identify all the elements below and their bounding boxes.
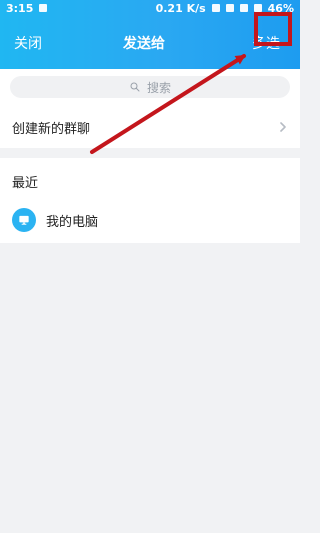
highlight-box bbox=[254, 12, 292, 46]
battery-icon bbox=[253, 4, 262, 12]
network-speed: 0.21 K/s bbox=[155, 1, 206, 15]
computer-avatar bbox=[12, 208, 36, 232]
alarm-icon bbox=[211, 4, 220, 12]
search-placeholder: 搜索 bbox=[146, 80, 171, 95]
close-button[interactable]: 关闭 bbox=[14, 33, 42, 53]
search-icon bbox=[130, 82, 140, 92]
recent-item[interactable]: 我的电脑 bbox=[0, 197, 300, 243]
search-input[interactable]: 搜索 bbox=[10, 76, 290, 98]
monitor-icon bbox=[19, 215, 29, 225]
gallery-icon bbox=[39, 4, 48, 12]
header: 3:15 0.21 K/s 46% 关闭 发送给 多选 bbox=[0, 0, 300, 69]
signal-icon bbox=[239, 4, 248, 12]
create-group-row[interactable]: 创建新的群聊 bbox=[0, 106, 300, 148]
status-left: 3:15 bbox=[6, 1, 48, 15]
status-time: 3:15 bbox=[6, 1, 34, 15]
recent-section-header: 最近 bbox=[0, 158, 300, 197]
chevron-right-icon bbox=[280, 122, 286, 132]
section-gap bbox=[0, 148, 300, 158]
create-group-label: 创建新的群聊 bbox=[12, 121, 91, 137]
page-title: 发送给 bbox=[123, 35, 165, 52]
recent-label: 最近 bbox=[12, 176, 39, 191]
bell-icon bbox=[225, 4, 234, 12]
search-container: 搜索 bbox=[0, 69, 300, 106]
contact-name: 我的电脑 bbox=[46, 214, 99, 230]
